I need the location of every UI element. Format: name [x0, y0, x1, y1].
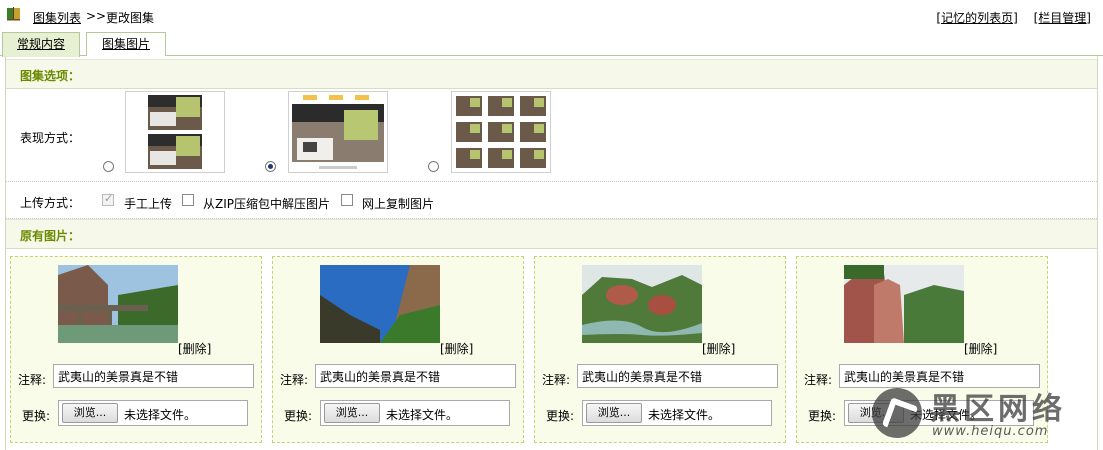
tab-bar: 常规内容 图集图片	[0, 32, 1103, 57]
existing-pictures-heading: 原有图片：	[20, 229, 81, 243]
note-input[interactable]	[315, 364, 516, 388]
column-manage-link[interactable]: [栏目管理]	[1034, 11, 1091, 25]
web-copy-label: 网上复制图片	[362, 197, 435, 211]
gallery-options-heading: 图集选项：	[20, 69, 81, 83]
zip-upload-label: 从ZIP压缩包中解压图片	[203, 197, 330, 211]
file-chooser: 浏览... 未选择文件。	[58, 400, 248, 426]
note-input[interactable]	[577, 364, 778, 388]
swap-label: 更换:	[22, 409, 51, 423]
file-chooser: 浏览... 未选择文件。	[582, 400, 772, 426]
mode-two-stack-radio[interactable]	[103, 161, 114, 172]
swap-label: 更换:	[546, 409, 575, 423]
mode-two-stack-preview[interactable]	[125, 91, 225, 173]
upload-method-label: 上传方式：	[20, 196, 81, 210]
remembered-list-link[interactable]: [记忆的列表页]	[936, 11, 1017, 25]
top-right-links: [记忆的列表页] [栏目管理]	[924, 9, 1091, 26]
display-mode-label: 表现方式：	[20, 131, 81, 145]
site-watermark: 黑区网络 www.heiqu.com	[868, 384, 1098, 444]
swap-label: 更换:	[284, 409, 313, 423]
grid-preview-image	[456, 96, 546, 168]
breadcrumb-separator: >>	[86, 9, 107, 23]
divider	[6, 181, 1097, 182]
mode-grid-preview[interactable]	[451, 91, 551, 173]
zip-upload-checkbox[interactable]	[182, 194, 194, 206]
delete-picture-link[interactable]: [删除]	[440, 340, 473, 357]
note-label: 注释:	[542, 373, 571, 387]
gallery-options-header: 图集选项：	[6, 59, 1097, 89]
top-bar: 图集列表 >> 更改图集 [记忆的列表页] [栏目管理]	[0, 0, 1103, 32]
no-file-text: 未选择文件。	[648, 408, 721, 422]
manual-upload-label: 手工上传	[124, 197, 173, 211]
existing-pictures-header: 原有图片：	[6, 219, 1097, 249]
mode-grid-radio[interactable]	[428, 161, 439, 172]
delete-picture-link[interactable]: [删除]	[178, 340, 211, 357]
file-chooser: 浏览... 未选择文件。	[320, 400, 510, 426]
picture-card: [删除] 注释: 更换: 浏览... 未选择文件。	[534, 256, 786, 443]
note-label: 注释:	[280, 373, 309, 387]
note-label: 注释:	[18, 373, 47, 387]
picture-thumbnail	[58, 265, 178, 343]
note-label: 注释:	[804, 373, 833, 387]
slideshow-preview-image	[292, 95, 384, 169]
no-file-text: 未选择文件。	[124, 408, 197, 422]
no-file-text: 未选择文件。	[386, 408, 459, 422]
watermark-logo-icon	[872, 388, 922, 438]
two-stack-preview-image	[148, 95, 202, 169]
watermark-title: 黑区网络	[930, 392, 1066, 427]
delete-picture-link[interactable]: [删除]	[702, 340, 735, 357]
picture-card: [删除] 注释: 更换: 浏览... 未选择文件。	[10, 256, 262, 443]
breadcrumb-current: 更改图集	[106, 11, 155, 25]
tab-gallery-pictures[interactable]: 图集图片	[86, 32, 166, 56]
picture-thumbnail	[320, 265, 440, 343]
mode-slideshow-radio[interactable]	[265, 161, 276, 172]
picture-card: [删除] 注释: 更换: 浏览... 未选择文件。	[272, 256, 524, 443]
tab-general-content-label: 常规内容	[16, 37, 65, 51]
picture-thumbnail	[844, 265, 964, 343]
delete-picture-link[interactable]: [删除]	[964, 340, 997, 357]
note-input[interactable]	[53, 364, 254, 388]
tab-gallery-pictures-label: 图集图片	[101, 37, 150, 51]
watermark-url: www.heiqu.com	[932, 424, 1049, 439]
picture-thumbnail	[582, 265, 702, 343]
swap-label: 更换:	[808, 409, 837, 423]
manual-upload-checkbox[interactable]	[102, 192, 114, 206]
browse-button[interactable]: 浏览...	[586, 403, 642, 423]
tab-general-content[interactable]: 常规内容	[2, 32, 80, 57]
book-icon	[7, 7, 20, 21]
mode-slideshow-preview[interactable]	[288, 91, 388, 173]
breadcrumb-gallery-list-link[interactable]: 图集列表	[33, 9, 81, 26]
browse-button[interactable]: 浏览...	[324, 403, 380, 423]
web-copy-checkbox[interactable]	[341, 194, 353, 206]
browse-button[interactable]: 浏览...	[62, 403, 118, 423]
